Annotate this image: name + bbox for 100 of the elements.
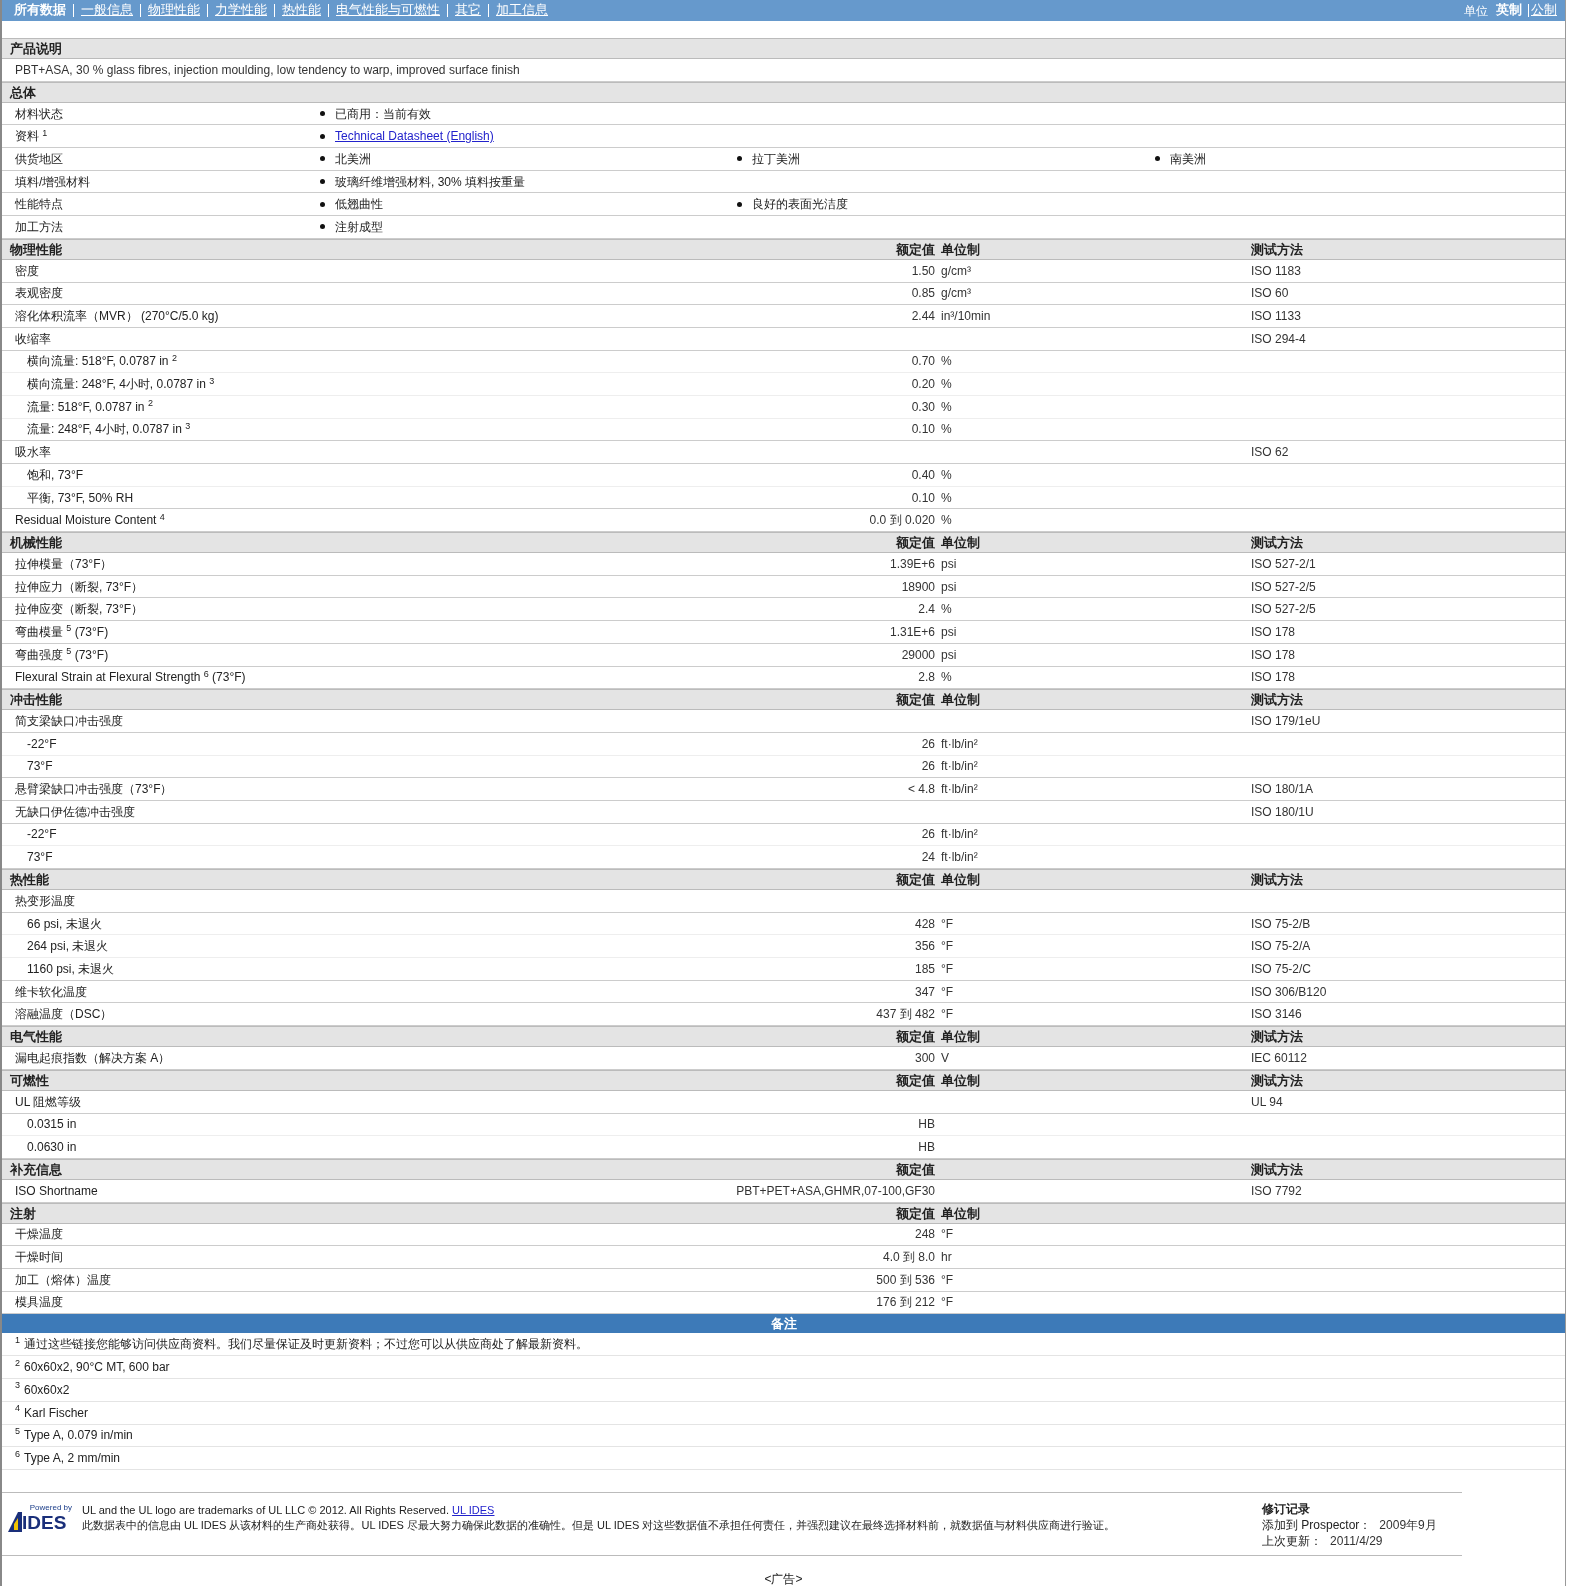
test-method: ISO 179/1eU — [1251, 713, 1322, 731]
column-header: 额定值 — [896, 1071, 936, 1090]
unit-option[interactable]: 公制 — [1531, 1, 1557, 20]
column-header: 测试方法 — [1251, 691, 1304, 710]
property-label: 横向流量: 518°F, 0.0787 in $^{2}$ — [26, 352, 178, 371]
column-header: 单位制 — [941, 871, 981, 889]
column-header: 测试方法 — [1251, 240, 1304, 259]
property-value: 拉丁美洲 — [752, 150, 800, 168]
datasheet-link[interactable]: Technical Datasheet (English) — [335, 127, 494, 146]
property-unit: psi — [941, 623, 958, 641]
property-unit: °F — [941, 1271, 955, 1289]
property-label: 吸水率 — [14, 444, 52, 462]
property-unit: ft·lb/in² — [941, 735, 979, 753]
column-header: 单位制 — [941, 1071, 981, 1090]
nav-tab[interactable]: 所有数据 — [14, 1, 66, 20]
column-header: 测试方法 — [1251, 871, 1304, 889]
property-label: 拉伸应力（断裂, 73°F） — [14, 578, 145, 596]
property-value: 北美洲 — [335, 150, 371, 168]
property-value: 0.20 — [911, 376, 936, 394]
property-value: 176 到 212 — [876, 1294, 936, 1312]
property-label: 干燥时间 — [14, 1249, 64, 1267]
test-method: ISO 527-2/5 — [1251, 601, 1317, 619]
property-label: 收缩率 — [14, 330, 52, 348]
property-label: 性能特点 — [14, 196, 64, 214]
column-header: 测试方法 — [1251, 1028, 1304, 1047]
property-value: 1.50 — [911, 262, 936, 280]
test-method: ISO 527-2/1 — [1251, 555, 1317, 573]
property-value: 0.40 — [911, 466, 936, 484]
property-unit: ft·lb/in² — [941, 781, 979, 799]
test-method: ISO 75-2/B — [1251, 915, 1312, 933]
nav-tab[interactable]: 电气性能与可燃性 — [336, 1, 440, 20]
section-title: 补充信息 — [9, 1160, 63, 1179]
test-method: ISO 1133 — [1251, 308, 1302, 326]
section-title: 总体 — [8, 83, 37, 102]
description-text: PBT+ASA, 30 % glass fibres, injection moulding, low tendency to warp, improved surface finish — [2, 59, 1565, 82]
revision-title: 修订记录 — [1262, 1501, 1311, 1518]
property-label: 平衡, 73°F, 50% RH — [26, 489, 135, 507]
footnote: $^{4}$ Karl Fischer — [2, 1401, 1565, 1425]
test-method: ISO 178 — [1251, 669, 1297, 687]
property-value: 2.44 — [911, 308, 936, 326]
nav-tab[interactable]: 其它 — [455, 1, 481, 20]
property-label: 饱和, 73°F — [26, 466, 85, 484]
test-method: ISO 7792 — [1251, 1182, 1303, 1200]
revision-label: 添加到 Prospector： — [1262, 1517, 1372, 1534]
property-value: < 4.8 — [907, 781, 936, 799]
property-unit: g/cm³ — [941, 285, 972, 303]
property-value: 185 — [914, 960, 936, 978]
ides-link[interactable]: UL IDES — [452, 1504, 495, 1517]
property-label: 溶化体积流率（MVR） (270°C/5.0 kg) — [14, 308, 220, 326]
property-unit: psi — [941, 646, 958, 664]
property-unit: °F — [941, 915, 955, 933]
property-label: 拉伸模量（73°F） — [14, 555, 114, 573]
footnote: $^{5}$ Type A, 0.079 in/min — [2, 1424, 1565, 1448]
property-unit: psi — [941, 555, 958, 573]
property-label: UL 阻燃等级 — [14, 1093, 83, 1111]
property-label: 流量: 248°F, 4小时, 0.0787 in $^{3}$ — [26, 420, 192, 439]
property-label: Residual Moisture Content $^{4}$ — [14, 511, 166, 530]
column-header: 单位制 — [941, 240, 981, 259]
bullet-icon — [320, 201, 325, 207]
ad-label: <广告> — [763, 1571, 804, 1586]
unit-option[interactable]: 英制 — [1496, 1, 1522, 20]
property-unit: % — [941, 398, 953, 416]
property-label: ISO Shortname — [14, 1182, 99, 1200]
nav-tab[interactable]: 热性能 — [282, 1, 321, 20]
property-label: 0.0315 in — [26, 1116, 78, 1134]
nav-tab[interactable]: 物理性能 — [148, 1, 200, 20]
nav-tab[interactable]: 一般信息 — [81, 1, 133, 20]
property-value: 500 到 536 — [876, 1271, 936, 1289]
bullet-icon — [1155, 156, 1160, 162]
column-header: 额定值 — [896, 1028, 936, 1047]
property-unit: psi — [941, 578, 958, 596]
property-unit: % — [941, 601, 953, 619]
property-label: 资料 $^{1}$ — [14, 127, 49, 146]
test-method: ISO 180/1A — [1251, 781, 1315, 799]
property-unit: % — [941, 512, 953, 530]
property-label: 模具温度 — [14, 1294, 64, 1312]
property-value: 26 — [921, 735, 936, 753]
revision-label: 上次更新： — [1262, 1533, 1322, 1550]
footnote: $^{1}$ 通过这些链接您能够访问供应商资料。我们尽量保证及时更新资料；不过您可以从供应商处了解最新资料。 — [2, 1333, 1565, 1357]
property-unit: °F — [941, 938, 955, 956]
test-method: ISO 527-2/5 — [1251, 578, 1317, 596]
property-value: 0.10 — [911, 421, 936, 439]
test-method: ISO 306/B120 — [1251, 983, 1328, 1001]
column-header: 单位制 — [941, 1204, 981, 1223]
nav-tab[interactable]: 力学性能 — [215, 1, 267, 20]
nav-tab[interactable]: 加工信息 — [496, 1, 548, 20]
property-label: Flexural Strain at Flexural Strength $^{6}$ (73°F) — [14, 668, 247, 687]
column-header: 单位制 — [941, 691, 981, 710]
property-value: 29000 — [901, 646, 936, 664]
footnote: $^{3}$ 60x60x2 — [2, 1378, 1565, 1402]
property-unit: % — [941, 669, 953, 687]
trademark-text: UL and the UL logo are trademarks of UL LLC © 2012. All Rights Reserved. UL IDES — [82, 1503, 496, 1519]
property-label: 264 psi, 未退火 — [26, 938, 110, 956]
property-value: 已商用：当前有效 — [335, 105, 431, 123]
property-value: 良好的表面光洁度 — [752, 196, 848, 214]
property-unit: °F — [941, 960, 955, 978]
property-value: 300 — [914, 1049, 936, 1067]
test-method: ISO 178 — [1251, 646, 1297, 664]
section-title: 电气性能 — [9, 1028, 63, 1047]
property-value: 玻璃纤维增强材料, 30% 填料按重量 — [335, 173, 526, 191]
